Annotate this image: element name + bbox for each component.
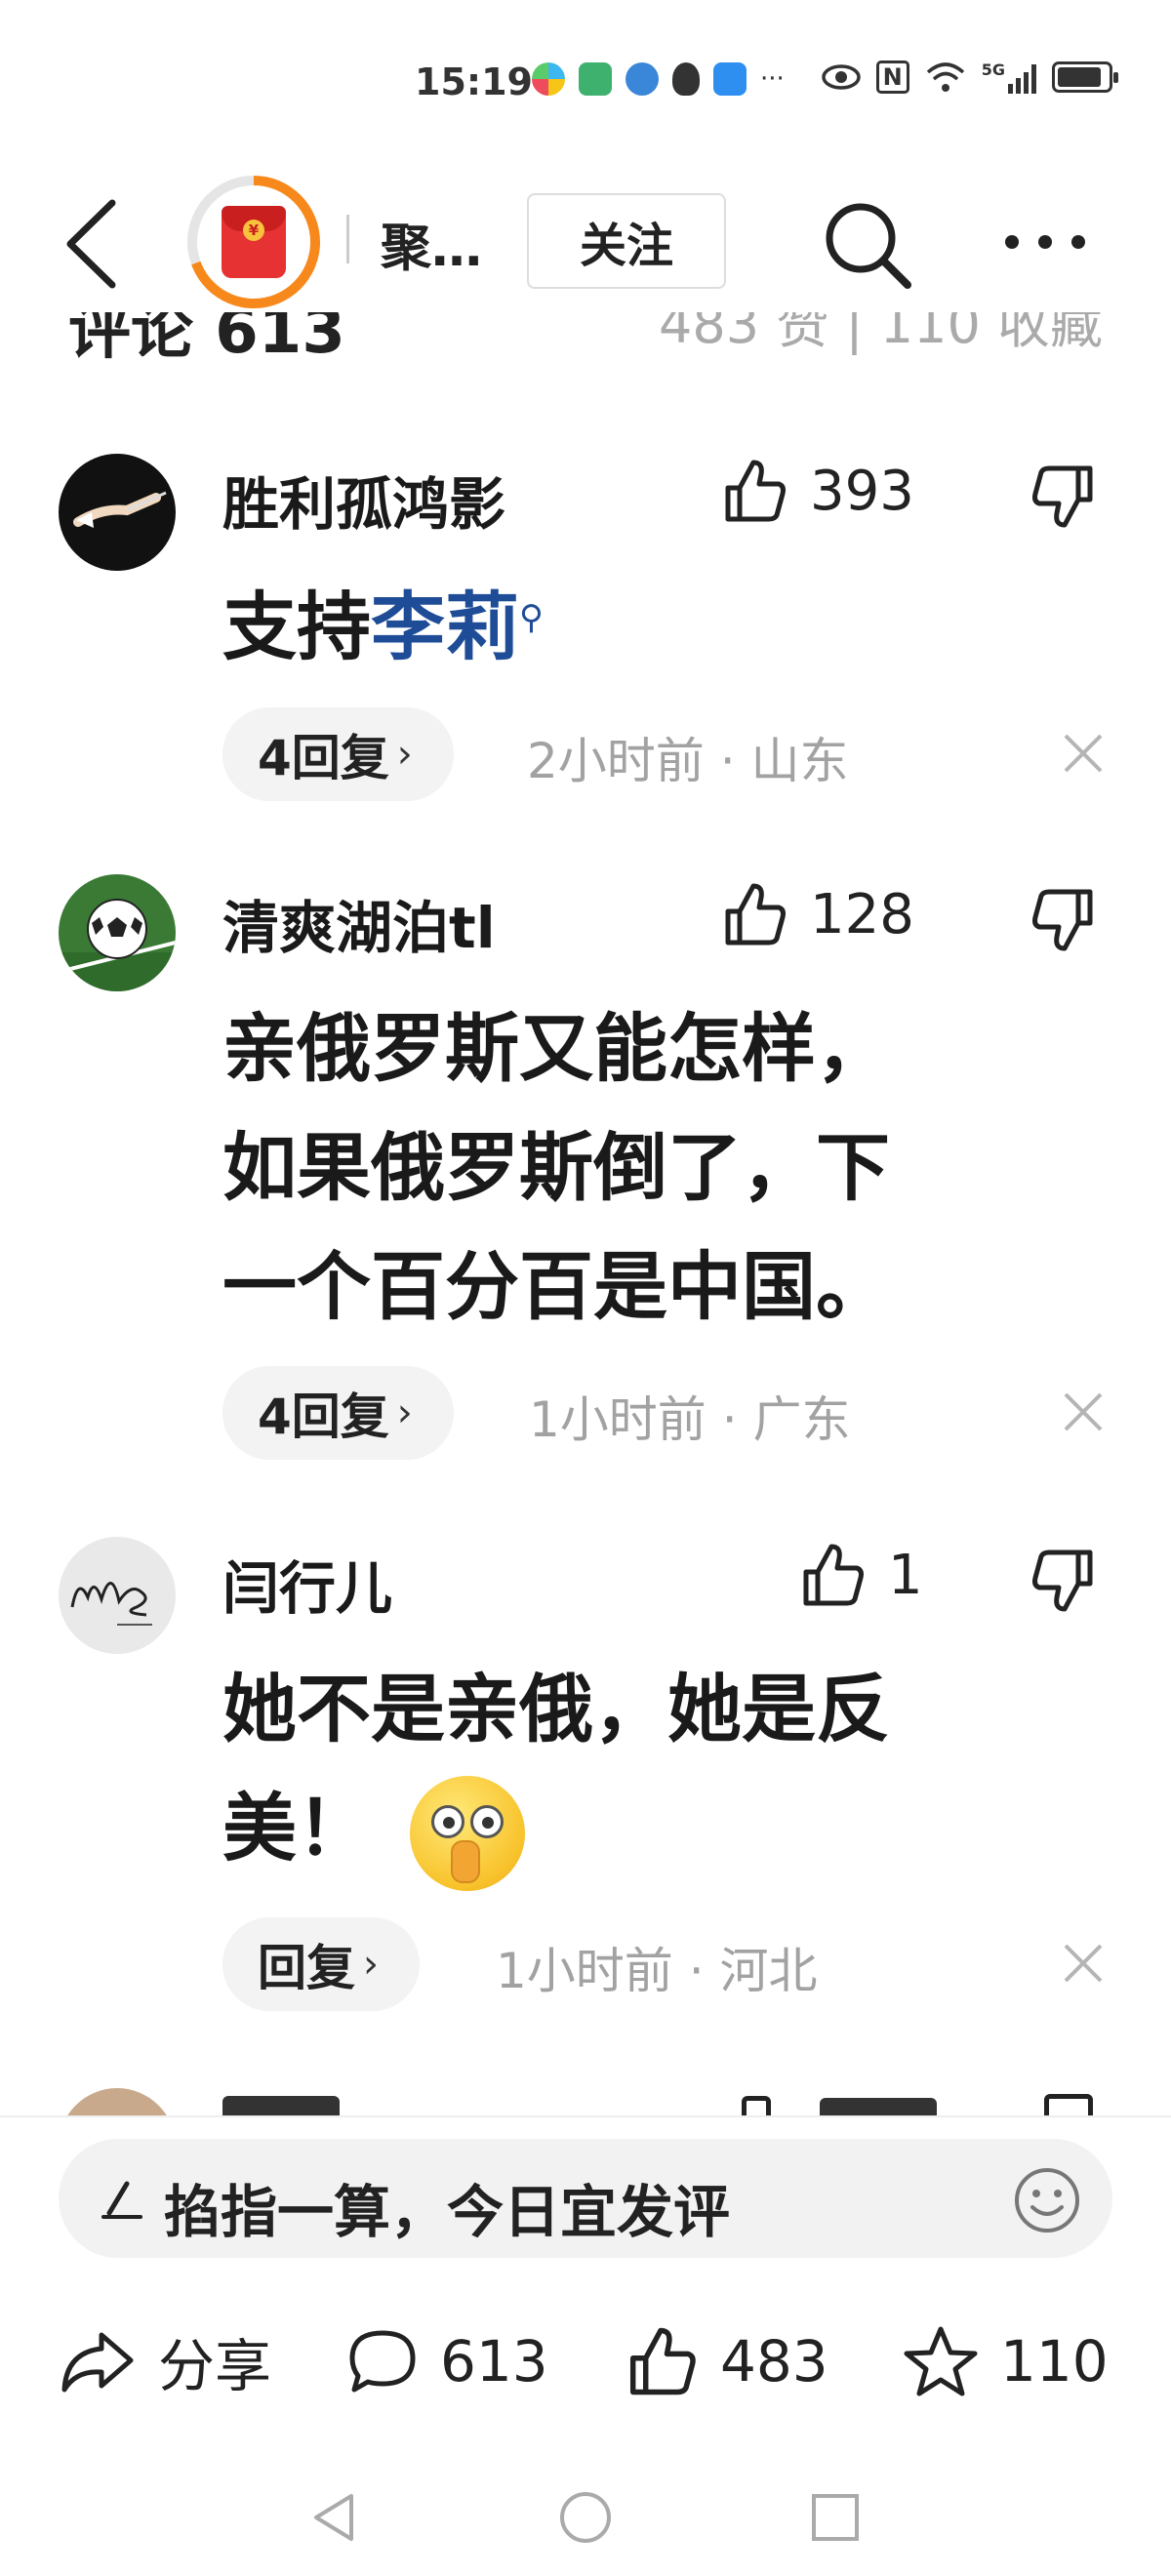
notification-icons: ··· (532, 62, 785, 96)
user-avatar[interactable] (59, 1537, 176, 1654)
comment-count-heading: 评论 613 (68, 312, 345, 361)
like-post-button[interactable]: 483 (625, 2303, 828, 2420)
system-recents-icon[interactable] (806, 2488, 865, 2547)
map-app-icon (579, 62, 612, 96)
keyword-link[interactable]: 李莉 (371, 584, 519, 670)
close-icon[interactable] (1062, 1942, 1105, 1985)
replies-label: 4回复 (258, 730, 389, 786)
star-icon (904, 2326, 978, 2396)
comment-text: 支持李莉⚲ (222, 584, 544, 670)
thumbs-down-icon[interactable] (1030, 463, 1098, 531)
replies-button[interactable]: 回复 › (222, 1917, 420, 2011)
like-count: 1 (888, 1543, 923, 1607)
more-notifications-indicator: ··· (760, 64, 785, 94)
comment-count: 613 (440, 2328, 548, 2395)
favorite-button[interactable]: 110 (903, 2303, 1109, 2420)
comment-text: 亲俄罗斯又能怎样， 如果俄罗斯倒了，下 一个百分百是中国。 (222, 1005, 890, 1330)
emoji-icon[interactable] (1013, 2166, 1081, 2234)
more-options-button[interactable] (1005, 222, 1103, 262)
thumbs-up-icon (803, 1544, 864, 1606)
chevron-right-icon: › (363, 1942, 379, 1987)
replies-label: 4回复 (258, 1389, 389, 1445)
comment-meta: 1小时前 · 广东 (529, 1391, 851, 1448)
comment-author[interactable]: 清爽湖泊tl (222, 882, 496, 964)
comment-input[interactable]: 掐指一算，今日宜发评 (59, 2139, 1112, 2258)
comment-input-placeholder: 掐指一算，今日宜发评 (164, 2179, 731, 2245)
comment-author[interactable]: 闫行儿 (222, 1543, 392, 1625)
follow-button[interactable]: 关注 (527, 193, 726, 289)
pen-icon (101, 2181, 142, 2219)
chevron-right-icon: › (396, 732, 413, 777)
next-comment-partial (0, 2088, 1171, 2117)
red-packet-icon (222, 206, 286, 278)
thumbs-down-icon[interactable] (1030, 886, 1098, 954)
favorite-count: 110 (1000, 2328, 1109, 2395)
replies-button[interactable]: 4回复 › (222, 707, 454, 801)
thumbs-up-icon (629, 2327, 696, 2395)
back-arrow-icon[interactable] (59, 195, 127, 293)
like-count: 483 (720, 2328, 828, 2395)
comment-meta: 2小时前 · 山东 (527, 733, 849, 789)
like-button[interactable]: 1 (798, 1541, 923, 1609)
chevron-right-icon: › (396, 1390, 413, 1435)
comment-text: 她不是亲俄，她是反 美！ (222, 1650, 1101, 1891)
share-button[interactable]: 分享 (59, 2303, 271, 2420)
system-indicators: N 5G (821, 60, 1118, 94)
wifi-icon (926, 62, 964, 92)
channel-avatar[interactable] (187, 176, 320, 308)
comment-meta: 1小时前 · 河北 (496, 1943, 818, 1999)
status-time: 15:19 (415, 60, 533, 103)
conductor-hand-icon (73, 491, 167, 528)
qq-icon (672, 62, 700, 96)
network-type-label: 5G (981, 60, 1005, 79)
comment-bubble-icon (349, 2330, 416, 2393)
nfc-icon: N (875, 60, 909, 94)
signal-icon: 5G (982, 60, 1036, 94)
top-nav-bar: 聚… 关注 (0, 166, 1171, 312)
comments-button[interactable]: 613 (346, 2303, 548, 2420)
status-bar: 15:19 ··· N 5G (0, 0, 1171, 166)
replies-button[interactable]: 4回复 › (222, 1366, 454, 1460)
system-home-icon[interactable] (556, 2488, 615, 2547)
like-count: 128 (810, 882, 914, 946)
shocked-emoji-icon (410, 1776, 525, 1891)
user-avatar[interactable] (59, 454, 176, 571)
user-avatar[interactable] (59, 2088, 176, 2117)
weather-app-icon (713, 62, 747, 96)
eye-icon (821, 64, 861, 90)
battery-icon (1052, 61, 1118, 93)
nav-divider (346, 215, 349, 263)
search-icon[interactable] (818, 195, 915, 293)
signature-logo-icon (70, 1582, 152, 1626)
share-icon (61, 2332, 134, 2393)
globe-app-icon (626, 62, 659, 96)
comment-section-header-cut: 评论 613 483 赞 | 110 收藏 (68, 312, 1103, 361)
close-icon[interactable] (1062, 1390, 1105, 1433)
like-button[interactable]: 128 (720, 880, 914, 948)
thumbs-down-icon[interactable] (1030, 1547, 1098, 1615)
user-avatar[interactable] (59, 874, 176, 991)
replies-label: 回复 (258, 1940, 355, 1996)
action-bar: 分享 613 483 110 (0, 2303, 1171, 2420)
system-back-icon[interactable] (306, 2488, 365, 2547)
channel-name[interactable]: 聚… (381, 207, 482, 280)
search-small-icon[interactable]: ⚲ (519, 598, 544, 637)
like-button[interactable]: 393 (720, 457, 914, 525)
close-icon[interactable] (1062, 732, 1105, 775)
like-count: 393 (810, 459, 914, 523)
comment-author[interactable]: 胜利孤鸿影 (222, 459, 505, 541)
share-label: 分享 (158, 2333, 272, 2399)
stats-heading: 483 赞 | 110 收藏 (659, 312, 1103, 355)
thumbs-up-icon (725, 460, 786, 522)
soccer-ball-icon (59, 899, 176, 991)
app-notification-icon (532, 62, 565, 96)
system-navigation-bar (0, 2459, 1171, 2576)
thumbs-up-icon (725, 883, 786, 946)
